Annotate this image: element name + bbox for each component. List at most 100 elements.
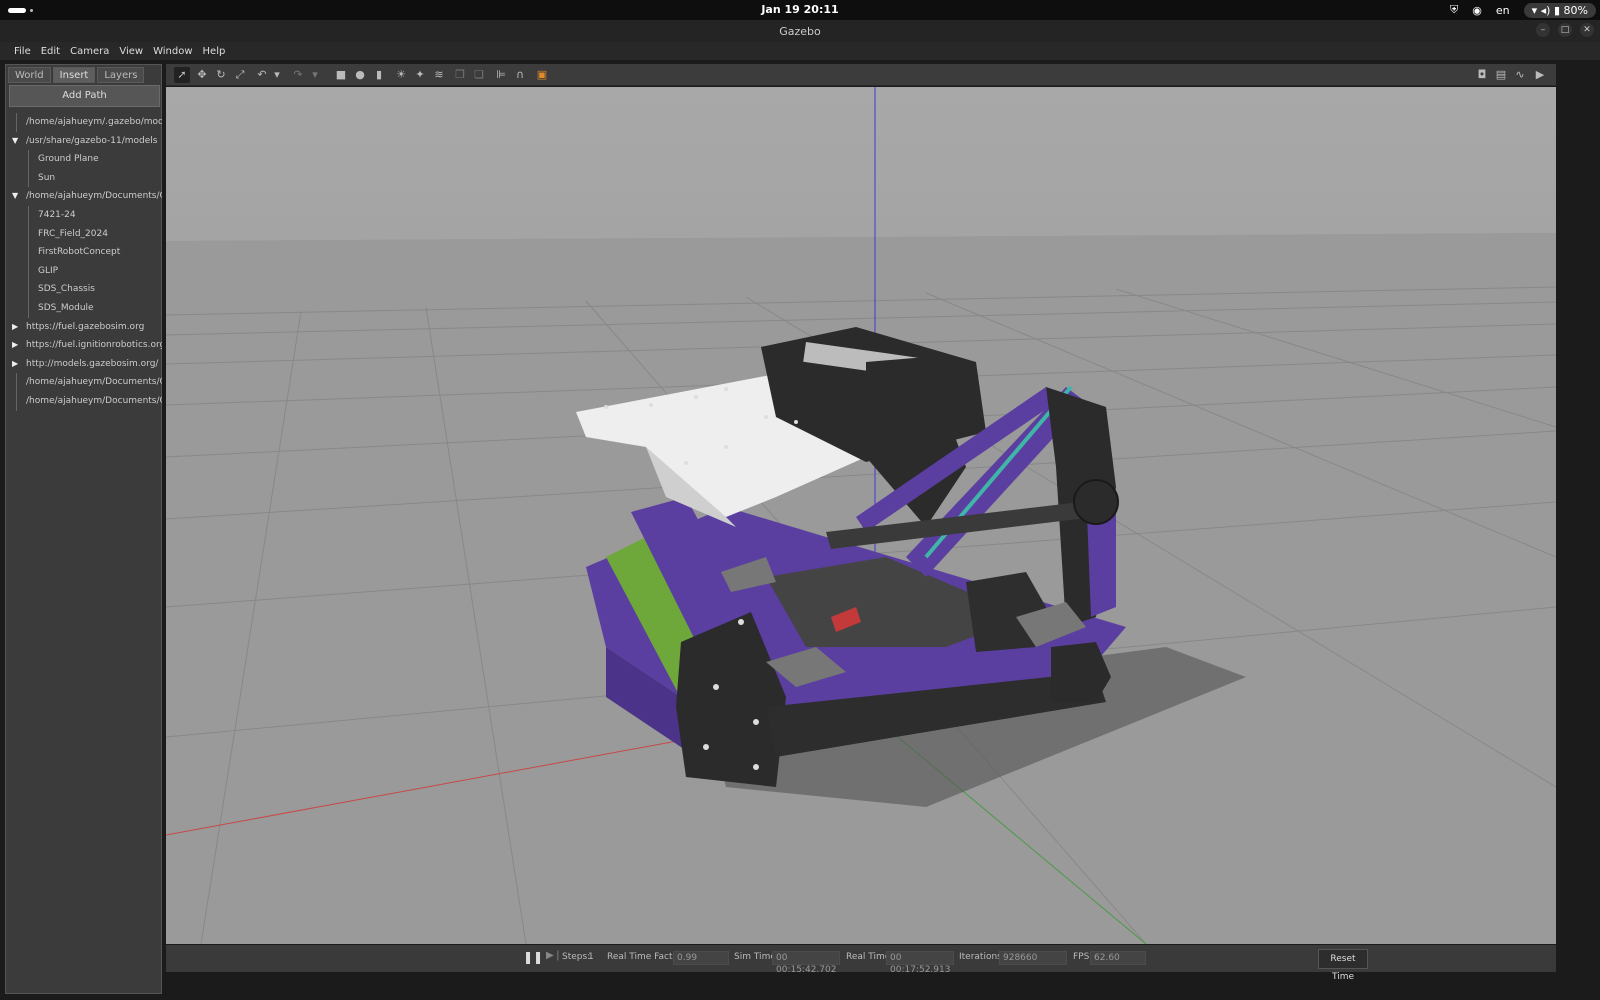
model-tree-label: /home/ajahueym/.gazebo/models: [26, 117, 162, 127]
model-tree-label: http://models.gazebosim.org/: [26, 358, 159, 369]
box-shape-icon[interactable]: ■: [333, 67, 349, 83]
model-tree-path[interactable]: /home/ajahueym/.gazebo/models: [10, 113, 162, 132]
model-tree-label: https://fuel.ignitionrobotics.org: [26, 340, 162, 351]
volume-icon: ◂): [1540, 3, 1551, 17]
model-tree-label: SDS_Chassis: [38, 284, 95, 295]
system-top-bar: Jan 19 20:11 ⛨ ◉ en ▾ ◂) ▮ 80%: [0, 0, 1600, 20]
select-tool-icon[interactable]: ➚: [174, 67, 190, 83]
rotate-tool-icon[interactable]: ↻: [213, 67, 229, 83]
iterations-value: 928660: [999, 951, 1067, 965]
battery-icon: ▮: [1553, 3, 1561, 17]
spot-light-icon[interactable]: ✦: [412, 67, 428, 83]
undo-dropdown-icon[interactable]: ▾: [272, 67, 282, 83]
translate-tool-icon[interactable]: ✥: [194, 67, 210, 83]
status-menu[interactable]: ▾ ◂) ▮ 80%: [1523, 2, 1596, 18]
pause-icon[interactable]: ❚❚: [523, 950, 543, 964]
undo-icon[interactable]: ↶: [254, 67, 270, 83]
video-icon[interactable]: ▶: [1532, 67, 1548, 83]
redo-dropdown-icon[interactable]: ▾: [310, 67, 320, 83]
system-clock[interactable]: Jan 19 20:11: [0, 3, 1600, 16]
step-icon[interactable]: ▶❘: [546, 950, 562, 961]
add-path-button[interactable]: Add Path: [9, 85, 160, 107]
menu-file[interactable]: File: [9, 46, 36, 57]
model-tree-item[interactable]: Sun: [10, 168, 162, 188]
model-tree-label: Ground Plane: [38, 154, 99, 165]
model-tree: /home/ajahueym/.gazebo/models ▼ /usr/share…: [10, 113, 162, 411]
plot-icon[interactable]: ∿: [1512, 67, 1528, 83]
align-icon[interactable]: ⊫: [493, 67, 509, 83]
copy-icon[interactable]: ❐: [452, 67, 468, 83]
battery-percent: 80%: [1563, 3, 1588, 17]
model-tree-item[interactable]: GLIP: [10, 261, 162, 281]
change-view-icon[interactable]: ▣: [534, 67, 550, 83]
model-tree-item[interactable]: FirstRobotConcept: [10, 243, 162, 262]
3d-viewport[interactable]: [166, 87, 1556, 944]
language-indicator[interactable]: en: [1496, 4, 1510, 17]
screenshot-icon[interactable]: ◘: [1474, 67, 1490, 83]
model-tree-path[interactable]: ▶ http://models.gazebosim.org/: [10, 355, 162, 374]
minimize-icon[interactable]: –: [1536, 23, 1550, 37]
steps-value[interactable]: 1: [588, 952, 594, 962]
close-icon[interactable]: ✕: [1580, 23, 1594, 37]
real-time-value: 00 00:17:52.913: [886, 951, 954, 975]
scene-render: [166, 87, 1556, 944]
expand-arrow-right-icon[interactable]: ▶: [12, 355, 20, 374]
menu-edit[interactable]: Edit: [36, 46, 65, 57]
system-tray: ⛨ ◉ en ▾ ◂) ▮ 80%: [1450, 2, 1596, 18]
snap-icon[interactable]: ∩: [512, 67, 528, 83]
model-tree-label: GLIP: [38, 265, 59, 276]
menu-view[interactable]: View: [114, 46, 148, 57]
directional-light-icon[interactable]: ≋: [431, 67, 447, 83]
model-tree-label: SDS_Module: [38, 302, 94, 313]
model-tree-label: /home/ajahueym/Documents/Gi...: [26, 377, 162, 388]
paste-icon[interactable]: ❏: [471, 67, 487, 83]
maximize-icon[interactable]: □: [1558, 23, 1572, 37]
expand-arrow-down-icon[interactable]: ▼: [12, 132, 20, 151]
model-tree-label: Sun: [38, 172, 56, 183]
tab-layers[interactable]: Layers: [97, 67, 145, 83]
viewport-toolbar: ➚ ✥ ↻ ⤢ ↶ ▾ ↷ ▾ ■ ● ▮ ☀ ✦ ≋ ❐ ❏ ⊫ ∩ ▣ ◘ …: [166, 64, 1556, 86]
point-light-icon[interactable]: ☀: [393, 67, 409, 83]
shield-icon[interactable]: ⛨: [1450, 3, 1458, 17]
fps-value: 62.60: [1090, 951, 1146, 965]
model-tree-item[interactable]: SDS_Module: [10, 298, 162, 318]
discord-icon[interactable]: ◉: [1472, 4, 1482, 17]
menu-help[interactable]: Help: [198, 46, 231, 57]
scale-tool-icon[interactable]: ⤢: [232, 67, 248, 83]
model-tree-item[interactable]: FRC_Field_2024: [10, 224, 162, 244]
model-tree-label: /usr/share/gazebo-11/models: [26, 135, 158, 146]
redo-icon[interactable]: ↷: [290, 67, 306, 83]
window-title: Gazebo: [779, 25, 821, 38]
model-tree-label: FirstRobotConcept: [38, 247, 121, 258]
expand-arrow-right-icon[interactable]: ▶: [12, 318, 20, 337]
sky-background: [166, 87, 1556, 241]
menu-camera[interactable]: Camera: [65, 46, 114, 57]
model-tree-item[interactable]: SDS_Chassis: [10, 280, 162, 299]
model-tree-path[interactable]: ▼ /usr/share/gazebo-11/models: [10, 132, 162, 151]
rtf-value: 0.99: [673, 951, 729, 965]
tab-world[interactable]: World: [8, 67, 51, 83]
sim-time-value: 00 00:15:42.702: [772, 951, 840, 975]
cylinder-shape-icon[interactable]: ▮: [371, 67, 387, 83]
model-tree-label: /home/ajahueym/Documents/Gi...: [26, 395, 162, 406]
model-tree-label: /home/ajahueym/Documents/Gi...: [26, 191, 162, 202]
model-tree-path[interactable]: ▶ https://fuel.gazebosim.org: [10, 318, 162, 337]
model-tree-label: 7421-24: [38, 209, 76, 220]
model-tree-path[interactable]: ▼ /home/ajahueym/Documents/Gi...: [10, 187, 162, 206]
expand-arrow-right-icon[interactable]: ▶: [12, 336, 20, 355]
model-tree-label: FRC_Field_2024: [38, 228, 108, 239]
log-icon[interactable]: ▤: [1493, 67, 1509, 83]
reset-time-button[interactable]: Reset Time: [1318, 949, 1368, 982]
insert-panel: World Insert Layers Add Path /home/ajahu…: [5, 64, 162, 994]
sphere-shape-icon[interactable]: ●: [352, 67, 368, 83]
model-tree-item[interactable]: 7421-24: [10, 205, 162, 225]
model-tree-path[interactable]: ▶ https://fuel.ignitionrobotics.org: [10, 336, 162, 355]
menu-window[interactable]: Window: [148, 46, 197, 57]
expand-arrow-down-icon[interactable]: ▼: [12, 187, 20, 206]
model-tree-item[interactable]: Ground Plane: [10, 150, 162, 169]
tab-insert[interactable]: Insert: [52, 67, 96, 83]
model-tree-path[interactable]: /home/ajahueym/Documents/Gi...: [10, 373, 162, 392]
model-tree-label: https://fuel.gazebosim.org: [26, 321, 145, 332]
steps-label: Steps:: [562, 952, 591, 962]
model-tree-path[interactable]: /home/ajahueym/Documents/Gi...: [10, 391, 162, 411]
